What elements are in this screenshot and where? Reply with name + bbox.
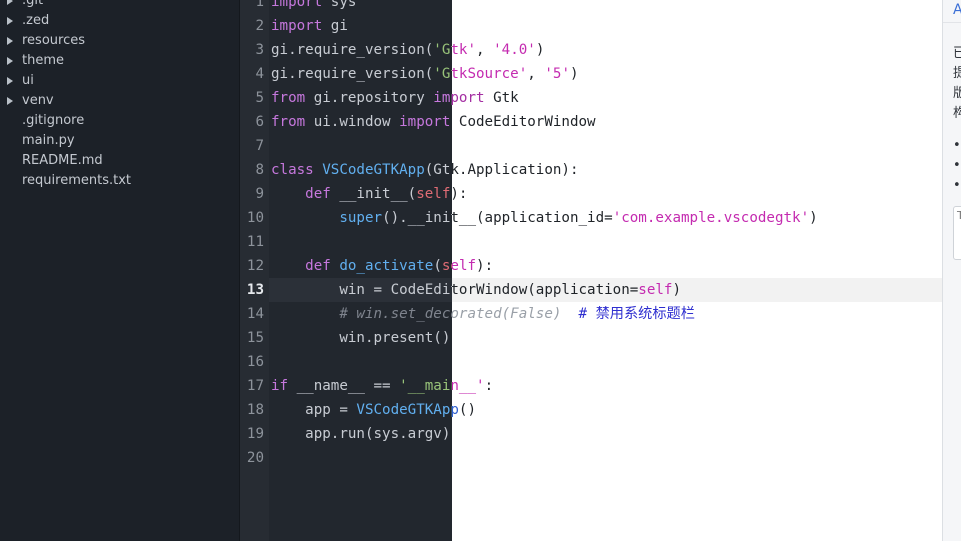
chevron-right-icon[interactable] bbox=[7, 17, 13, 25]
code-lines-dark: import sys import gi gi.require_version('G… bbox=[269, 0, 452, 541]
code-line[interactable]: super().__init__(application_id='com.exa… bbox=[271, 206, 452, 230]
line-number: 2 bbox=[255, 18, 264, 34]
line-number: 11 bbox=[246, 234, 264, 250]
tree-file[interactable]: .gitignore bbox=[0, 111, 239, 131]
code-line[interactable]: gi.require_version('GtkSource', '5') bbox=[271, 62, 452, 86]
line-number: 17 bbox=[246, 378, 264, 394]
line-number: 7 bbox=[255, 138, 264, 154]
code-line[interactable]: app = VSCodeGTKApp() bbox=[271, 398, 452, 422]
code-line[interactable]: from ui.window import CodeEditorWindow bbox=[271, 110, 452, 134]
line-number: 19 bbox=[246, 426, 264, 442]
code-line[interactable]: win.present() bbox=[271, 326, 450, 350]
code-line[interactable]: def do_activate(self): bbox=[271, 254, 452, 278]
chevron-right-icon[interactable] bbox=[7, 77, 13, 85]
panel-input-box[interactable]: T bbox=[953, 206, 961, 260]
code-line[interactable]: def __init__(self): bbox=[271, 182, 452, 206]
code-line[interactable]: import sys bbox=[271, 0, 356, 14]
line-number: 6 bbox=[255, 114, 264, 130]
chevron-right-icon[interactable] bbox=[7, 57, 13, 65]
code-line-light[interactable]: gi.require_version('Gtk', '4.0') bbox=[452, 38, 544, 62]
panel-input-label: T bbox=[957, 209, 961, 222]
tree-item-label: theme bbox=[22, 53, 64, 68]
code-line-light[interactable]: # win.set_decorated(False) # 禁用系统标题栏 bbox=[452, 302, 695, 326]
code-line-light[interactable]: if __name__ == '__main__': bbox=[452, 374, 493, 398]
tree-folder[interactable]: .git bbox=[0, 0, 239, 11]
assistant-panel: A 已 提 版 构 • • • T bbox=[942, 0, 961, 541]
line-number: 12 bbox=[246, 258, 264, 274]
file-explorer: .git .zed resources theme ui venv .gitignore ma… bbox=[0, 0, 240, 541]
tree-item-label: venv bbox=[22, 93, 54, 108]
code-lines-light: import sysimport gigi.require_version('G… bbox=[452, 0, 942, 541]
tree-item-label: requirements.txt bbox=[22, 173, 132, 188]
line-number: 13 bbox=[246, 282, 264, 298]
line-number: 18 bbox=[246, 402, 264, 418]
code-line[interactable]: gi.require_version('Gtk', '4.0') bbox=[271, 38, 452, 62]
line-number: 8 bbox=[255, 162, 264, 178]
tree-file[interactable]: README.md bbox=[0, 151, 239, 171]
line-number: 9 bbox=[255, 186, 264, 202]
panel-bullet: • bbox=[953, 138, 961, 153]
tree-item-label: .gitignore bbox=[22, 113, 85, 128]
tree-folder[interactable]: theme bbox=[0, 51, 239, 71]
code-line[interactable]: win = CodeEditorWindow(application=self) bbox=[271, 278, 452, 302]
panel-text-line: 已 bbox=[953, 42, 961, 61]
tree-folder[interactable]: ui bbox=[0, 71, 239, 91]
panel-bullet: • bbox=[953, 158, 961, 173]
tree-item-label: main.py bbox=[22, 133, 75, 148]
tree-item-label: ui bbox=[22, 73, 34, 88]
code-line[interactable]: from gi.repository import Gtk bbox=[271, 86, 452, 110]
code-line-light[interactable]: from ui.window import CodeEditorWindow bbox=[452, 110, 596, 134]
tree-folder[interactable]: venv bbox=[0, 91, 239, 111]
chevron-right-icon[interactable] bbox=[7, 97, 13, 105]
panel-text-line: 版 bbox=[953, 82, 961, 101]
code-line-light[interactable]: class VSCodeGTKApp(Gtk.Application): bbox=[452, 158, 579, 182]
chevron-right-icon[interactable] bbox=[7, 0, 13, 5]
tree-item-label: README.md bbox=[22, 153, 103, 168]
line-number: 16 bbox=[246, 354, 264, 370]
code-line-light[interactable]: super().__init__(application_id='com.exa… bbox=[452, 206, 818, 230]
code-line-light[interactable]: from gi.repository import Gtk bbox=[452, 86, 519, 110]
tree-item-label: resources bbox=[22, 33, 86, 48]
tree-item-label: .git bbox=[22, 0, 44, 8]
panel-text-line: 提 bbox=[953, 62, 961, 81]
line-number: 15 bbox=[246, 330, 264, 346]
line-number: 20 bbox=[246, 450, 264, 466]
line-number: 1 bbox=[255, 0, 264, 10]
panel-bullet: • bbox=[953, 178, 961, 193]
line-number: 14 bbox=[246, 306, 264, 322]
tree-folder[interactable]: .zed bbox=[0, 11, 239, 31]
code-line-light[interactable]: def __init__(self): bbox=[452, 182, 467, 206]
line-number: 3 bbox=[255, 42, 264, 58]
code-line[interactable]: if __name__ == '__main__': bbox=[271, 374, 452, 398]
code-line[interactable]: app.run(sys.argv) bbox=[271, 422, 450, 446]
panel-divider bbox=[943, 22, 961, 23]
code-line-light[interactable]: gi.require_version('GtkSource', '5') bbox=[452, 62, 579, 86]
code-line[interactable]: class VSCodeGTKApp(Gtk.Application): bbox=[271, 158, 452, 182]
tree-folder[interactable]: resources bbox=[0, 31, 239, 51]
chevron-right-icon[interactable] bbox=[7, 37, 13, 45]
code-line-light[interactable]: win = CodeEditorWindow(application=self) bbox=[452, 278, 681, 302]
line-number: 4 bbox=[255, 66, 264, 82]
line-number: 10 bbox=[246, 210, 264, 226]
tree-file[interactable]: main.py bbox=[0, 131, 239, 151]
code-line-light[interactable]: app = VSCodeGTKApp() bbox=[452, 398, 476, 422]
line-number: 5 bbox=[255, 90, 264, 106]
panel-title[interactable]: A bbox=[953, 2, 961, 18]
tree-item-label: .zed bbox=[22, 13, 50, 28]
code-line[interactable]: import gi bbox=[271, 14, 348, 38]
panel-text-line: 构 bbox=[953, 102, 961, 121]
tree-file[interactable]: requirements.txt bbox=[0, 171, 239, 191]
code-line[interactable]: # win.set_decorated(False) # 禁用系统标题栏 bbox=[271, 302, 452, 326]
code-line-light[interactable]: def do_activate(self): bbox=[452, 254, 493, 278]
